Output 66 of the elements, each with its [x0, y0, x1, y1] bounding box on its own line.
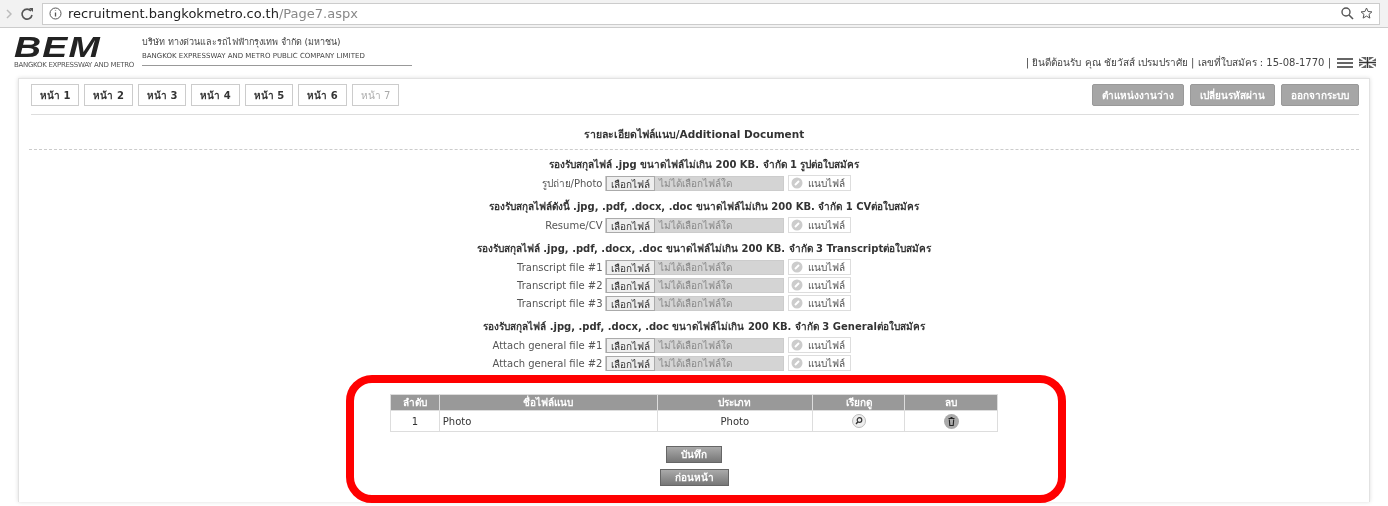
field-label: รูปถ่าย/Photo: [541, 176, 603, 191]
choose-file-button[interactable]: เลือกไฟล์: [605, 337, 655, 353]
choose-file-button[interactable]: เลือกไฟล์: [605, 277, 655, 293]
user-info: | ยินดีต้อนรับ คุณ ชัยวัสส์ เปรมปราศัย | เลขที่ใบสมัคร : 15-08-1770 |: [1025, 55, 1331, 70]
field-label: Transcript file #1: [517, 261, 603, 273]
choose-file-button[interactable]: เลือกไฟล์: [605, 217, 655, 233]
zoom-icon[interactable]: [1341, 7, 1354, 20]
attach-file-button[interactable]: แนบไฟล์: [787, 355, 851, 371]
column-header: ประเภท: [657, 394, 813, 411]
company-name-thai: บริษัท ทางด่วนและรถไฟฟ้ากรุงเทพ จำกัด (มหาชน): [142, 36, 342, 49]
section-title: รายละเอียดไฟล์แนบ/Additional Document: [582, 127, 806, 142]
no-file-text: ไม่ได้เลือกไฟล์ใด: [657, 176, 732, 191]
choose-file-button[interactable]: เลือกไฟล์: [605, 355, 655, 371]
attach-file-button[interactable]: แนบไฟล์: [787, 337, 851, 353]
field-label: Transcript file #3: [517, 297, 603, 309]
file-type-note: รองรับสกุลไฟล์ดังนี้ .jpg, .pdf, .docx, .doc ขนาดไฟล์ไม่เกิน 200 KB. จำกัด 1 CVต่อใบสมัคร: [487, 199, 921, 214]
no-file-text: ไม่ได้เลือกไฟล์ใด: [657, 296, 732, 311]
column-header: เรียกดู: [812, 394, 905, 411]
star-icon[interactable]: [1360, 7, 1373, 20]
choose-file-button[interactable]: เลือกไฟล์: [605, 295, 655, 311]
address-bar[interactable]: recruitment.bangkokmetro.co.th/Page7.aspx: [42, 2, 1380, 25]
file-type-note: รองรับสกุลไฟล์ .jpg ขนาดไฟล์ไม่เกิน 200 KB. จำกัด 1 รูปต่อใบสมัคร: [547, 157, 861, 172]
file-input[interactable]: เลือกไฟล์ ไม่ได้เลือกไฟล์ใด: [604, 355, 784, 371]
attach-file-button[interactable]: แนบไฟล์: [787, 217, 851, 233]
field-label: Attach general file #2: [492, 357, 603, 369]
no-file-text: ไม่ได้เลือกไฟล์ใด: [657, 218, 732, 233]
attach-file-button[interactable]: แนบไฟล์: [787, 277, 851, 293]
view-icon[interactable]: [851, 414, 866, 428]
file-input[interactable]: เลือกไฟล์ ไม่ได้เลือกไฟล์ใด: [604, 277, 784, 293]
info-icon: [49, 7, 62, 20]
file-input[interactable]: เลือกไฟล์ ไม่ได้เลือกไฟล์ใด: [604, 337, 784, 353]
page-tab[interactable]: หน้า 1: [31, 84, 80, 106]
table-cell: Photo: [439, 410, 658, 432]
page-tab[interactable]: หน้า 2: [84, 84, 133, 106]
file-input[interactable]: เลือกไฟล์ ไม่ได้เลือกไฟล์ใด: [604, 217, 784, 233]
url-text: recruitment.bangkokmetro.co.th/Page7.aspx: [68, 6, 358, 21]
file-type-note: รองรับสกุลไฟล์ .jpg, .pdf, .docx, .doc ขนาดไฟล์ไม่เกิน 200 KB. จำกัด 3 Generalต่อใบสมัคร: [482, 319, 926, 334]
column-header: ลบ: [904, 394, 998, 411]
file-input[interactable]: เลือกไฟล์ ไม่ได้เลือกไฟล์ใด: [604, 175, 784, 191]
choose-file-button[interactable]: เลือกไฟล์: [605, 259, 655, 275]
file-input[interactable]: เลือกไฟล์ ไม่ได้เลือกไฟล์ใด: [604, 295, 784, 311]
table-cell: 1: [390, 410, 440, 432]
no-file-text: ไม่ได้เลือกไฟล์ใด: [657, 278, 732, 293]
page-tab[interactable]: หน้า 6: [298, 84, 347, 106]
field-label: Resume/CV: [545, 219, 603, 231]
field-label: Transcript file #2: [517, 279, 603, 291]
reload-icon[interactable]: [20, 6, 34, 21]
table-cell: Photo: [657, 410, 813, 432]
trash-icon[interactable]: [943, 413, 959, 429]
no-file-text: ไม่ได้เลือกไฟล์ใด: [657, 260, 732, 275]
choose-file-button[interactable]: เลือกไฟล์: [605, 175, 655, 191]
uk-flag-icon[interactable]: [1359, 57, 1376, 68]
menu-icon[interactable]: [1337, 57, 1353, 68]
file-type-note: รองรับสกุลไฟล์ .jpg, .pdf, .docx, .doc ขนาดไฟล์ไม่เกิน 200 KB. จำกัด 3 Transcriptต่อใบสมัคร: [475, 241, 933, 256]
attach-file-button[interactable]: แนบไฟล์: [787, 295, 851, 311]
no-file-text: ไม่ได้เลือกไฟล์ใด: [657, 356, 732, 371]
column-header: ลำดับ: [390, 394, 440, 411]
field-label: Attach general file #1: [492, 339, 603, 351]
no-file-text: ไม่ได้เลือกไฟล์ใด: [657, 338, 732, 353]
page-tab[interactable]: หน้า 5: [244, 84, 294, 106]
column-header: ชื่อไฟล์แนบ: [439, 394, 658, 411]
file-input[interactable]: เลือกไฟล์ ไม่ได้เลือกไฟล์ใด: [604, 259, 784, 275]
attach-file-button[interactable]: แนบไฟล์: [787, 259, 851, 275]
page-tab[interactable]: หน้า 3: [137, 84, 187, 106]
attach-file-button[interactable]: แนบไฟล์: [787, 175, 851, 191]
page-tab[interactable]: หน้า 4: [191, 84, 240, 106]
